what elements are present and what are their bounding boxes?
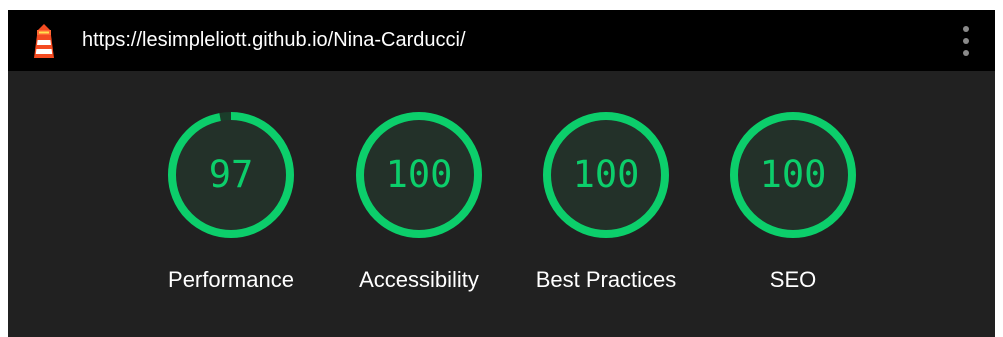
report-topbar: https://lesimpleliott.github.io/Nina-Car… xyxy=(8,10,995,71)
score-value: 100 xyxy=(385,153,453,196)
gauge-best-practices[interactable]: 100 Best Practices xyxy=(536,110,676,300)
score-value: 100 xyxy=(759,153,827,196)
score-label: SEO xyxy=(769,267,817,292)
kebab-menu-icon[interactable] xyxy=(954,23,978,59)
page-url: https://lesimpleliott.github.io/Nina-Car… xyxy=(82,29,466,51)
menu-dot xyxy=(963,50,969,56)
gauge-seo[interactable]: 100 SEO xyxy=(728,110,858,300)
menu-dot xyxy=(963,38,969,44)
lighthouse-report: https://lesimpleliott.github.io/Nina-Car… xyxy=(8,10,995,337)
lighthouse-icon xyxy=(34,24,54,58)
score-label: Accessibility xyxy=(359,267,479,292)
gauge-performance[interactable]: 97 Performance xyxy=(166,110,296,300)
menu-dot xyxy=(963,26,969,32)
score-value: 97 xyxy=(208,153,254,196)
score-label: Best Practices xyxy=(535,267,677,292)
score-label: Performance xyxy=(168,267,294,292)
score-value: 100 xyxy=(572,153,640,196)
gauge-accessibility[interactable]: 100 Accessibility xyxy=(354,110,484,300)
